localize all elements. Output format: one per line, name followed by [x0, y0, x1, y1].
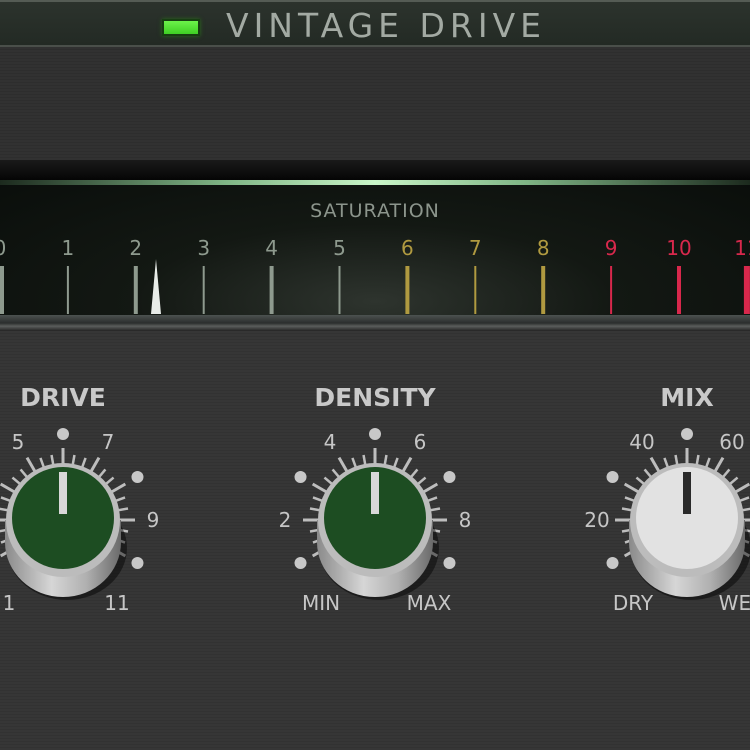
knob-scale-label: 20 [584, 508, 609, 532]
knob-scale-dot [681, 428, 693, 440]
knob-scale-label: DRY [613, 591, 654, 615]
knob-scale-label: 40 [629, 430, 654, 454]
knob-mix[interactable]: DRY20406080WET [0, 0, 750, 750]
knob-scale-label: 60 [719, 430, 744, 454]
knob-scale-dot [606, 557, 619, 569]
knob-scale-label: WET [719, 591, 750, 615]
knob-scale-dot [606, 471, 619, 483]
